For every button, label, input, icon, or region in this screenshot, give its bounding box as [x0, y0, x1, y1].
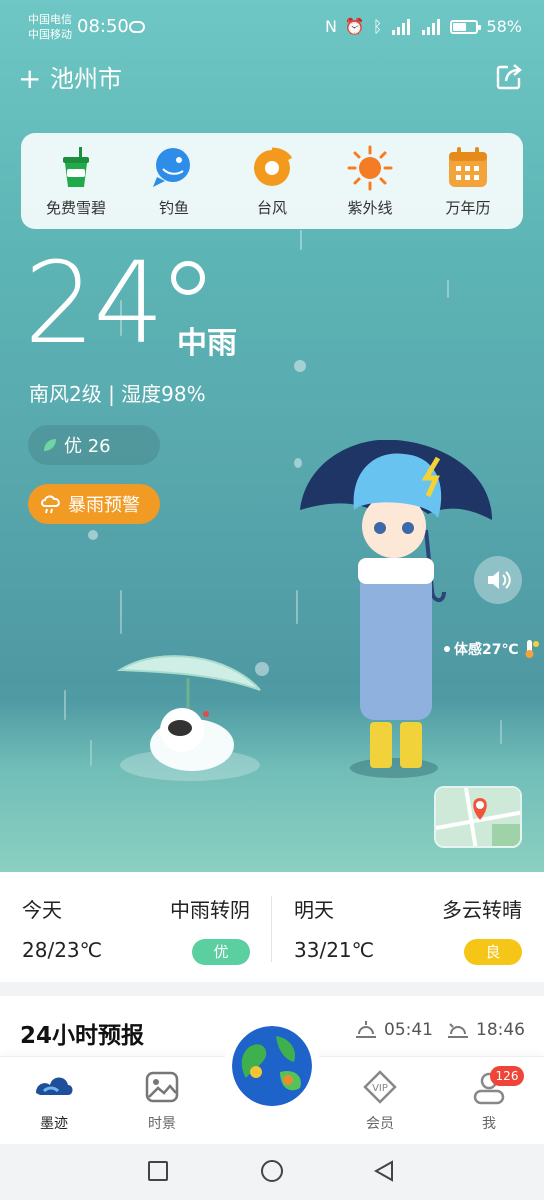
rain-streak — [300, 230, 302, 250]
speaker-icon — [488, 571, 511, 589]
sunset: 18:46 — [446, 1020, 525, 1040]
back-button[interactable] — [372, 1159, 396, 1183]
tool-uv[interactable]: 紫外线 — [326, 145, 414, 218]
wechat-icon — [129, 21, 145, 33]
weather-map-button[interactable] — [434, 786, 522, 848]
day-weather: 中雨转阴 — [170, 898, 250, 922]
share-icon[interactable] — [494, 62, 524, 92]
carrier-1: 中国电信 — [28, 13, 72, 26]
daily-summary: 今天 中雨转阴 28/23℃ 优 明天 多云转晴 33/21℃ 良 — [0, 872, 544, 982]
rain-streak — [447, 280, 449, 298]
svg-text:VIP: VIP — [372, 1083, 388, 1094]
wind-humidity: 南风2级 | 湿度98% — [29, 382, 206, 406]
map-pin-icon — [436, 788, 520, 846]
battery-percent: 58% — [486, 17, 522, 36]
plus-icon[interactable]: + — [18, 64, 41, 94]
system-navigation-bar — [0, 1144, 544, 1200]
rain-cloud-icon — [41, 495, 60, 514]
alarm-icon: ⏰ — [344, 17, 365, 36]
sunrise-icon — [356, 1021, 376, 1038]
carrier-info: 中国电信 中国移动 — [28, 12, 72, 42]
sunset-icon — [448, 1023, 468, 1038]
moji-cloud-icon — [36, 1077, 73, 1095]
recent-apps-button[interactable] — [148, 1161, 168, 1181]
leaf-icon — [44, 439, 56, 451]
tab-moji[interactable]: 墨迹 — [14, 1069, 94, 1133]
city-header: + 池州市 — [18, 60, 526, 100]
rain-streak — [120, 590, 122, 634]
tab-label: 时景 — [148, 1116, 176, 1132]
temperature-range: 28/23℃ — [22, 938, 103, 962]
girl-with-umbrella-illustration — [300, 440, 492, 778]
notification-badge: 126 — [490, 1066, 524, 1086]
battery-fill — [453, 22, 467, 31]
thermometer-icon — [525, 640, 540, 658]
aqi-badge: 良 — [464, 939, 522, 965]
tool-free-sprite[interactable]: 免费雪碧 — [32, 145, 120, 218]
today-card[interactable]: 今天 中雨转阴 28/23℃ 优 — [0, 872, 272, 982]
vip-icon: VIP — [363, 1070, 397, 1104]
status-indicators: N ⏰ ᛒ 58% — [325, 17, 522, 36]
sunset-time: 18:46 — [476, 1020, 525, 1040]
aqi-text: 优 26 — [64, 436, 111, 457]
photo-icon — [145, 1071, 179, 1103]
tomorrow-card[interactable]: 明天 多云转晴 33/21℃ 良 — [272, 872, 544, 982]
tab-label: 会员 — [366, 1116, 394, 1132]
tool-label: 台风 — [256, 198, 287, 217]
tool-label: 钓鱼 — [158, 198, 189, 217]
section-title: 24小时预报 — [20, 1023, 145, 1049]
sunrise-time: 05:41 — [384, 1020, 433, 1040]
tab-vip[interactable]: VIP 会员 — [340, 1069, 420, 1133]
sprite-cup-icon — [63, 146, 89, 187]
current-temperature: 24 — [24, 239, 165, 369]
aqi-badge: 优 — [192, 939, 250, 965]
radar-globe-button[interactable] — [224, 1018, 320, 1114]
status-bar: 中国电信 中国移动 08:50 N ⏰ ᛒ 58% — [0, 0, 544, 56]
degree-symbol — [171, 261, 205, 295]
signal-icon — [422, 18, 441, 35]
voice-broadcast-button[interactable] — [474, 556, 522, 604]
tool-calendar[interactable]: 万年历 — [424, 145, 512, 218]
quick-tools-card: 免费雪碧 钓鱼 台风 紫外线 万年历 — [21, 133, 523, 229]
globe-icon — [232, 1026, 312, 1106]
day-name: 今天 — [22, 898, 62, 922]
calendar-icon — [449, 146, 487, 187]
bluetooth-icon: ᛒ — [372, 17, 383, 36]
tab-label: 我 — [482, 1116, 496, 1132]
day-weather: 多云转晴 — [442, 898, 522, 922]
feels-like-text: 体感27℃ — [454, 642, 519, 658]
tool-fishing[interactable]: 钓鱼 — [130, 145, 218, 218]
tool-label: 紫外线 — [347, 198, 393, 217]
signal-icon — [392, 18, 411, 35]
clock: 08:50 — [77, 16, 129, 37]
rainstorm-warning-button[interactable]: 暴雨预警 — [28, 484, 160, 524]
warning-text: 暴雨预警 — [68, 495, 140, 516]
day-name: 明天 — [294, 898, 334, 922]
rain-drop — [88, 530, 98, 540]
typhoon-icon — [254, 147, 293, 186]
home-button[interactable] — [261, 1160, 283, 1182]
nfc-icon: N — [324, 17, 337, 36]
dot-icon — [444, 646, 450, 652]
tab-label: 墨迹 — [40, 1116, 68, 1132]
tab-scenes[interactable]: 时景 — [122, 1069, 202, 1133]
tool-label: 万年历 — [445, 198, 491, 217]
fish-icon — [153, 147, 190, 187]
city-name[interactable]: 池州市 — [50, 64, 122, 94]
carrier-2: 中国移动 — [28, 28, 72, 41]
aqi-badge[interactable]: 优 26 — [28, 425, 160, 465]
sun-icon — [347, 145, 393, 190]
current-condition: 中雨 — [177, 326, 237, 361]
battery-icon — [450, 19, 482, 34]
tool-label: 免费雪碧 — [45, 198, 106, 217]
feels-like: 体感27℃ — [444, 638, 540, 660]
pet-character-illustration — [116, 655, 261, 781]
tool-typhoon[interactable]: 台风 — [228, 145, 316, 218]
rain-drop — [294, 360, 306, 372]
sunrise: 05:41 — [354, 1020, 433, 1040]
temperature-range: 33/21℃ — [294, 938, 375, 962]
